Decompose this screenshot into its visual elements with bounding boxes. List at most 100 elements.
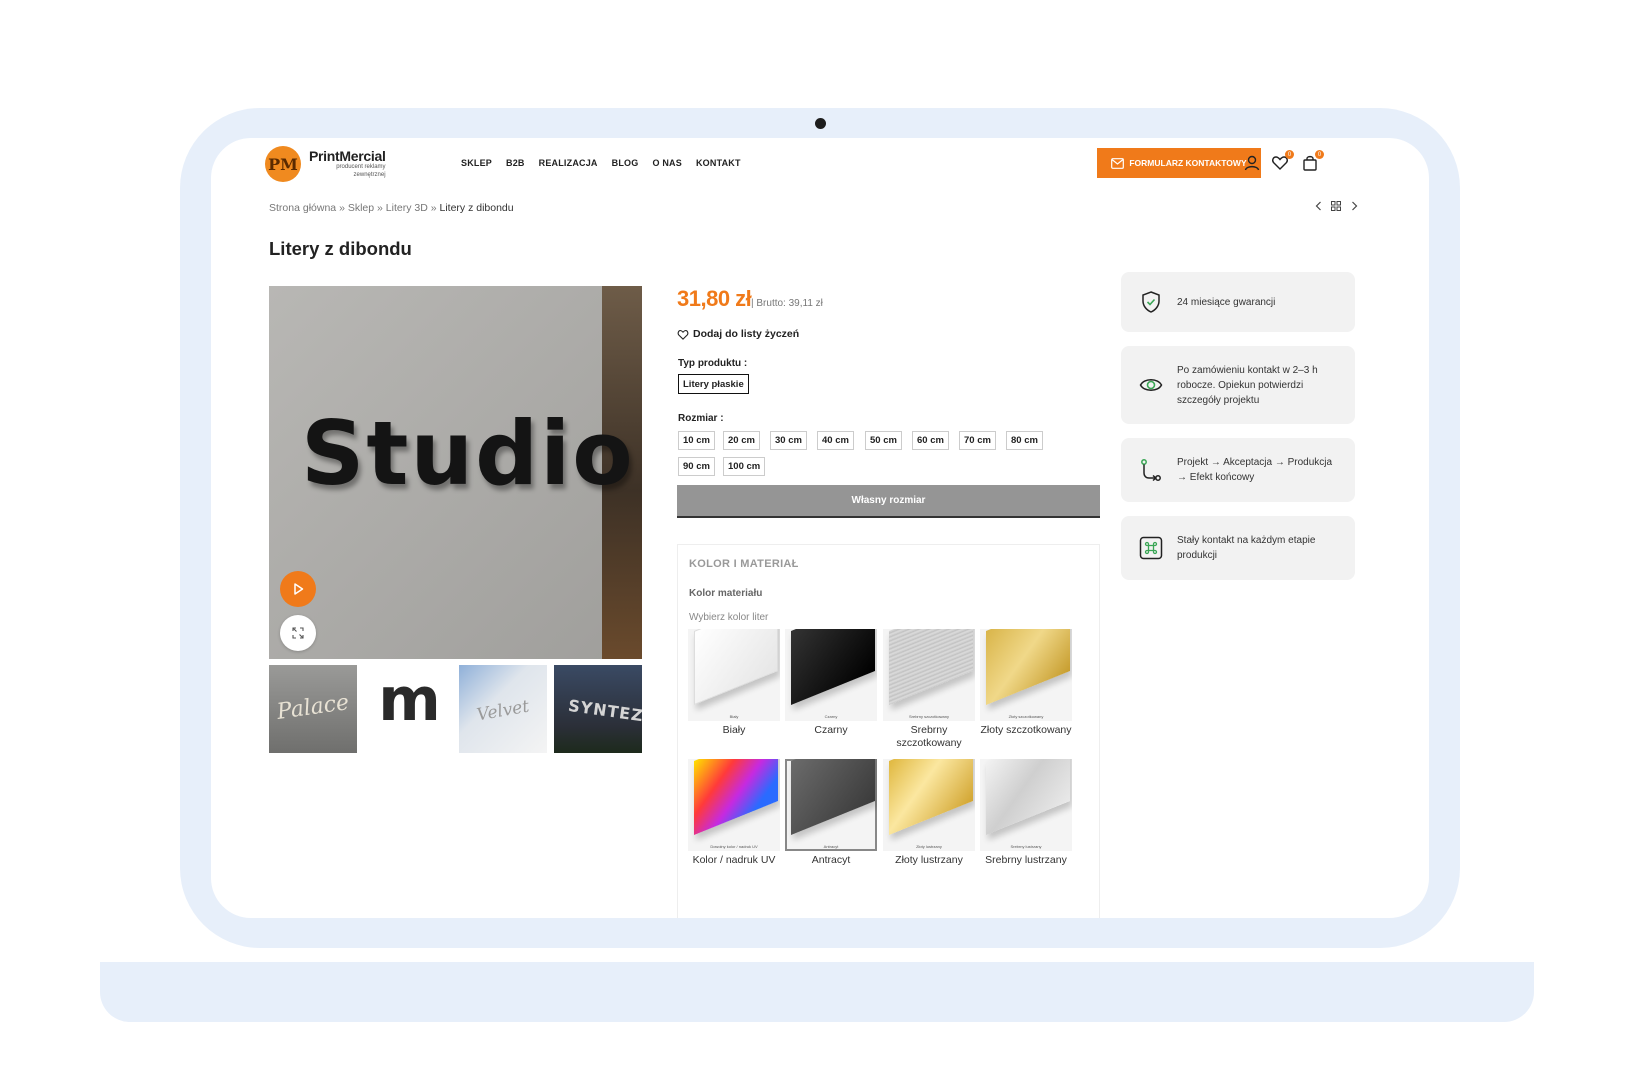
- breadcrumb-separator: »: [339, 202, 345, 214]
- size-option-90[interactable]: 90 cm: [678, 457, 715, 476]
- workflow-icon: [1141, 459, 1161, 482]
- heart-icon: [677, 329, 689, 340]
- prev-product-icon[interactable]: [1313, 200, 1323, 212]
- fullscreen-button[interactable]: [280, 615, 316, 651]
- shield-check-icon: [1142, 291, 1160, 313]
- benefit-text: Stały kontakt na każdym etapie produkcji: [1177, 535, 1316, 561]
- nav-o-nas[interactable]: O NAS: [652, 158, 682, 168]
- thumbnail-palace[interactable]: Palace: [269, 665, 357, 753]
- contact-form-button[interactable]: FORMULARZ KONTAKTOWY: [1097, 148, 1261, 178]
- wishlist-count-badge: 0: [1285, 150, 1294, 159]
- swatch-name: Złoty szczotkowany: [980, 724, 1072, 736]
- swatch-name: Biały: [722, 724, 746, 736]
- benefit-text: Projekt → Akceptacja → Produkcja → Efekt…: [1177, 457, 1333, 483]
- swatch-name: Kolor / nadruk UV: [692, 854, 776, 866]
- main-nav: SKLEP B2B REALIZACJA BLOG O NAS KONTAKT: [461, 158, 741, 168]
- breadcrumb-separator: »: [377, 202, 383, 214]
- size-label: Rozmiar :: [678, 413, 724, 424]
- wishlist-label: Dodaj do listy życzeń: [693, 328, 800, 340]
- size-option-60[interactable]: 60 cm: [912, 431, 949, 450]
- swatch-zloty-szczotkowany[interactable]: Złoty szczotkowany Złoty szczotkowany: [980, 629, 1072, 737]
- expand-icon: [292, 627, 304, 639]
- cart-bag-icon[interactable]: 0: [1301, 150, 1324, 172]
- nav-realizacja[interactable]: REALIZACJA: [539, 158, 598, 168]
- swatch-bialy[interactable]: Biały Biały: [688, 629, 780, 737]
- nav-b2b[interactable]: B2B: [506, 158, 525, 168]
- next-product-icon[interactable]: [1349, 200, 1359, 212]
- benefit-process: Projekt → Akceptacja → Produkcja → Efekt…: [1121, 438, 1355, 502]
- product-main-image[interactable]: Studio: [269, 286, 642, 659]
- color-material-section: KOLOR I MATERIAŁ Kolor materiału Wybierz…: [677, 544, 1100, 918]
- swatch-name: Srebrny lustrzany: [985, 854, 1067, 866]
- eye-icon: [1139, 379, 1163, 391]
- swatch-name: Czarny: [814, 724, 848, 736]
- size-option-70[interactable]: 70 cm: [959, 431, 996, 450]
- size-option-10[interactable]: 10 cm: [678, 431, 715, 450]
- benefit-text: 24 miesiące gwarancji: [1177, 296, 1276, 308]
- thumbnail-lettering: SYNTEZA: [567, 695, 642, 728]
- benefit-constant-contact: Stały kontakt na każdym etapie produkcji: [1121, 516, 1355, 580]
- product-navigation: [1313, 200, 1359, 212]
- play-video-button[interactable]: [280, 571, 316, 607]
- nav-blog[interactable]: BLOG: [612, 158, 639, 168]
- logo-tagline-2: zewnętrznej: [353, 172, 386, 178]
- size-option-80[interactable]: 80 cm: [1006, 431, 1043, 450]
- swatch-name: Srebrny szczotkowany: [896, 724, 962, 749]
- thumbnail-m[interactable]: m: [364, 665, 452, 753]
- size-option-100[interactable]: 100 cm: [723, 457, 766, 476]
- thumbnail-lettering: Palace: [275, 690, 351, 725]
- type-option-litery-plaskie[interactable]: Litery płaskie: [678, 374, 749, 394]
- thumbnail-synteza[interactable]: SYNTEZA: [554, 665, 642, 753]
- thumbnail-lettering: m: [378, 665, 441, 735]
- nav-sklep[interactable]: SKLEP: [461, 158, 492, 168]
- benefit-contact-time: Po zamówieniu kontakt w 2–3 h robocze. O…: [1121, 346, 1355, 424]
- breadcrumb-home[interactable]: Strona główna: [269, 202, 336, 214]
- thumbnail-lettering: Velvet: [475, 696, 531, 726]
- size-option-20[interactable]: 20 cm: [723, 431, 760, 450]
- swatch-kolor-nadruk-uv[interactable]: Dowolny kolor / nadruk UV Kolor / nadruk…: [688, 759, 780, 867]
- benefit-text: Po zamówieniu kontakt w 2–3 h robocze. O…: [1177, 364, 1318, 406]
- breadcrumb-category[interactable]: Litery 3D: [386, 202, 428, 214]
- swatch-srebrny-lustrzany[interactable]: Srebrny lustrzany Srebrny lustrzany: [980, 759, 1072, 867]
- size-option-40[interactable]: 40 cm: [817, 431, 854, 450]
- swatch-zloty-lustrzany[interactable]: Złoty lustrzany Złoty lustrzany: [883, 759, 975, 867]
- size-option-30[interactable]: 30 cm: [770, 431, 807, 450]
- section-title: KOLOR I MATERIAŁ: [689, 558, 799, 570]
- breadcrumb-shop[interactable]: Sklep: [348, 202, 374, 214]
- swatch-antracyt[interactable]: Antracyt Antracyt: [785, 759, 877, 867]
- laptop-base: [100, 962, 1534, 1022]
- swatch-czarny[interactable]: Czarny Czarny: [785, 629, 877, 737]
- swatch-name: Antracyt: [811, 854, 851, 866]
- page-title: Litery z dibondu: [269, 238, 412, 259]
- breadcrumb-current: Litery z dibondu: [439, 202, 514, 214]
- contact-form-label: FORMULARZ KONTAKTOWY: [1129, 158, 1247, 168]
- nav-kontakt[interactable]: KONTAKT: [696, 158, 741, 168]
- add-to-wishlist-link[interactable]: Dodaj do listy życzeń: [677, 328, 799, 340]
- account-icon[interactable]: [1243, 154, 1261, 172]
- breadcrumb: Strona główna » Sklep » Litery 3D » Lite…: [269, 202, 514, 214]
- wishlist-heart-icon[interactable]: 0: [1271, 150, 1294, 172]
- mail-icon: [1111, 157, 1125, 169]
- command-icon: [1139, 536, 1163, 560]
- size-option-50[interactable]: 50 cm: [865, 431, 902, 450]
- thumbnail-velvet[interactable]: Velvet: [459, 665, 547, 753]
- logo-tagline-1: producent reklamy: [336, 164, 386, 170]
- section-hint: Wybierz kolor liter: [689, 612, 769, 623]
- play-icon: [294, 583, 304, 595]
- webcam-dot: [815, 118, 826, 129]
- main-image-lettering: Studio: [301, 402, 635, 505]
- grid-icon[interactable]: [1331, 200, 1341, 212]
- cart-count-badge: 0: [1315, 150, 1324, 159]
- benefit-warranty: 24 miesiące gwarancji: [1121, 272, 1355, 332]
- swatch-name: Złoty lustrzany: [895, 854, 963, 866]
- breadcrumb-separator: »: [430, 202, 437, 214]
- swatch-srebrny-szczotkowany[interactable]: Srebrny szczotkowany Srebrny szczotkowan…: [883, 629, 975, 750]
- website-screen: PM PrintMercial producent reklamy zewnęt…: [211, 138, 1429, 918]
- section-subtitle: Kolor materiału: [689, 588, 763, 599]
- product-price: 31,80 zł: [677, 286, 752, 311]
- thumbnail-strip: Palace m Velvet SYNTEZA: [269, 665, 642, 753]
- custom-size-button[interactable]: Własny rozmiar: [677, 485, 1100, 518]
- site-logo[interactable]: PM PrintMercial producent reklamy zewnęt…: [265, 146, 386, 182]
- logo-name: PrintMercial: [309, 148, 386, 164]
- logo-mark: PM: [265, 146, 301, 182]
